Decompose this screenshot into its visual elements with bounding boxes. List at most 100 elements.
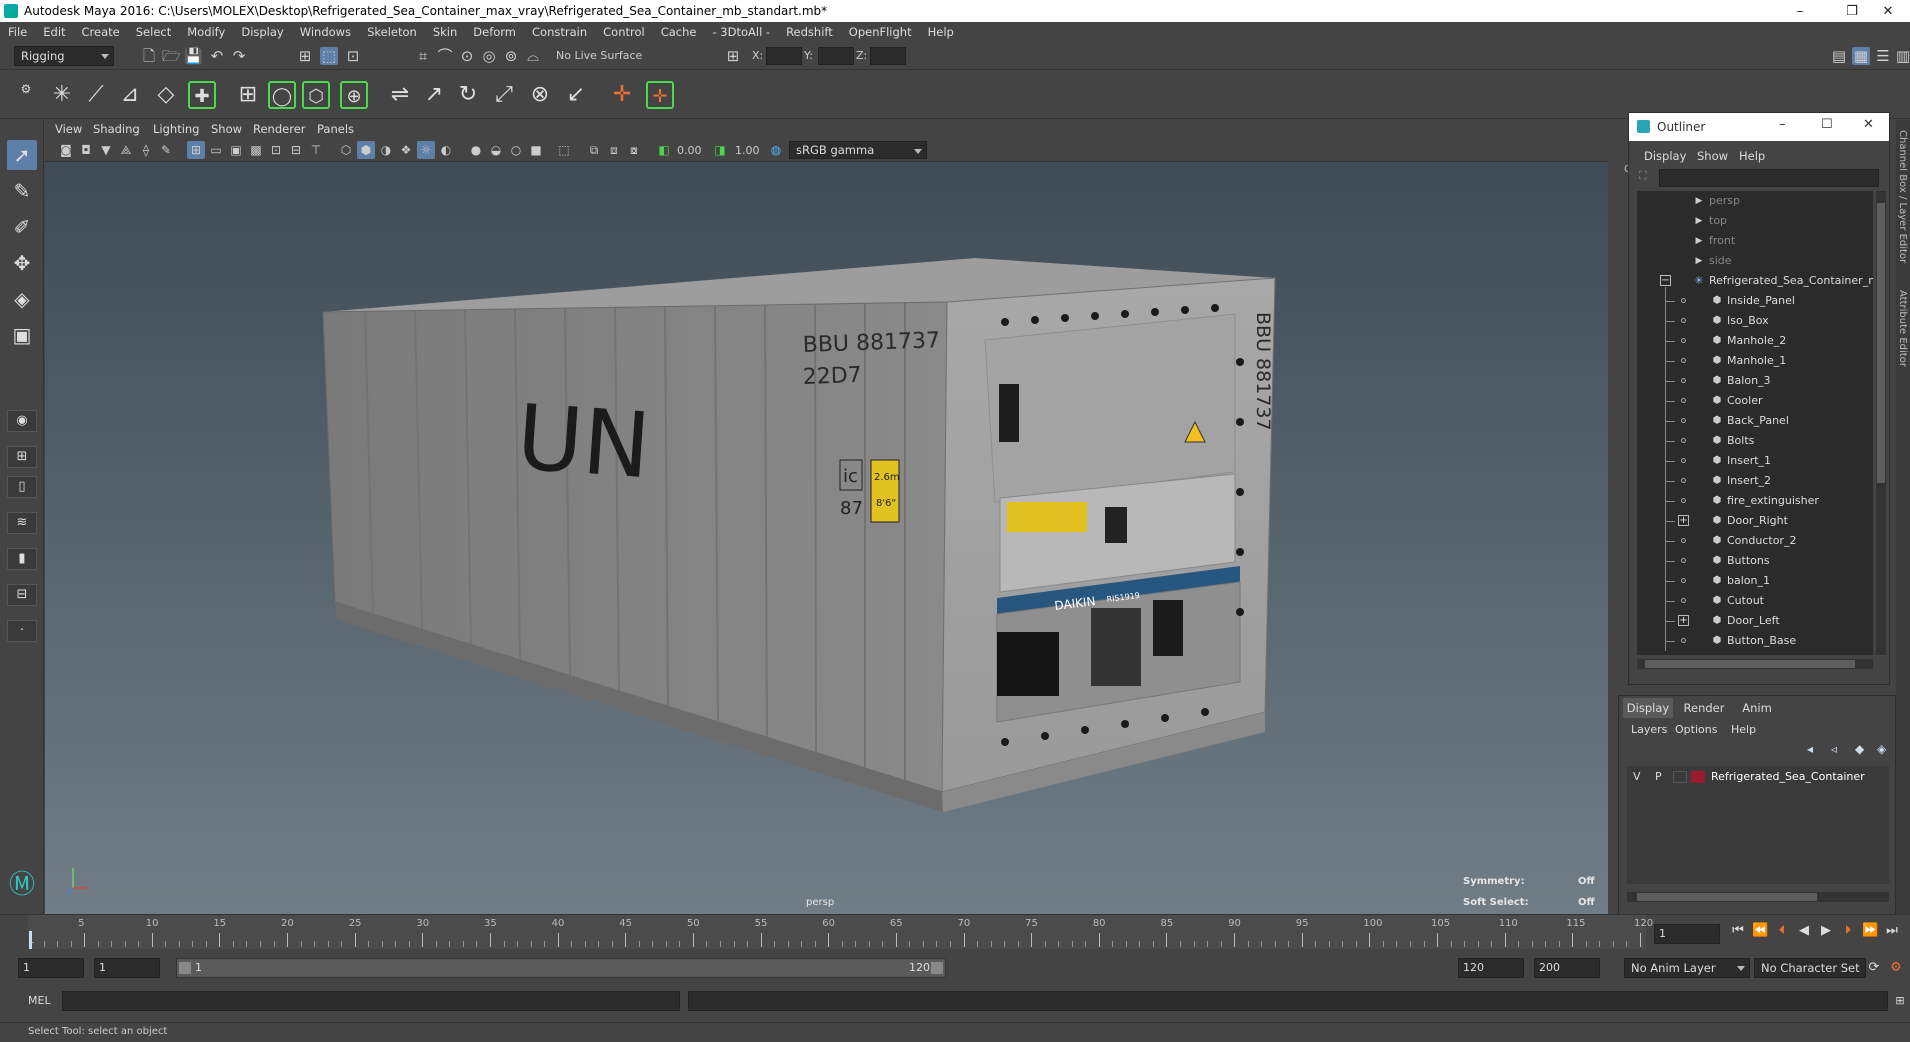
playback-end-field[interactable]: 120 — [1458, 958, 1524, 978]
shelf-options-icon[interactable]: ⚙ — [16, 75, 36, 103]
color-management-icon[interactable]: ◍ — [767, 141, 785, 159]
play-backward-icon[interactable]: ◀ — [1796, 923, 1812, 939]
gamma-value[interactable]: 1.00 — [735, 144, 760, 157]
wireframe-on-shaded-icon[interactable]: ◑ — [377, 141, 395, 159]
move-layer-up-icon[interactable]: ◂ — [1807, 742, 1813, 756]
menu-cache[interactable]: Cache — [661, 25, 697, 39]
camera-attr-icon[interactable]: ◘ — [77, 141, 95, 159]
lattice-icon[interactable]: ◯ — [268, 81, 296, 109]
outliner-h-scrollbar[interactable] — [1637, 659, 1873, 669]
persp-graph-icon[interactable]: ≋ — [7, 512, 37, 534]
minimize-button[interactable]: – — [1778, 0, 1822, 22]
isolate-select-icon[interactable]: ⬚ — [555, 141, 573, 159]
wire-icon[interactable]: ⊕ — [340, 81, 368, 109]
joint-tool-icon[interactable]: ✳ — [48, 81, 76, 109]
menu-windows[interactable]: Windows — [300, 25, 351, 39]
outliner-item[interactable]: ⬢ Back_Panel — [1637, 411, 1873, 431]
use-all-lights-icon[interactable]: ☼ — [417, 141, 435, 159]
layer-playback-toggle[interactable]: P — [1655, 770, 1662, 783]
outliner-close-button[interactable]: ✕ — [1863, 117, 1874, 132]
channel-box-tab[interactable]: Channel Box / Layer Editor — [1897, 130, 1908, 263]
outliner-item[interactable]: ⬢ Bolts — [1637, 431, 1873, 451]
mirror-joint-icon[interactable]: ✛ — [608, 81, 636, 109]
outliner-v-scrollbar[interactable] — [1876, 191, 1886, 655]
resolution-gate-icon[interactable]: ▣ — [227, 141, 245, 159]
film-gate-icon[interactable]: ▭ — [207, 141, 225, 159]
outliner-item[interactable]: ⬢ Inside_Panel — [1637, 291, 1873, 311]
layout-menu-icon[interactable]: · — [7, 620, 37, 642]
screen-space-ao-icon[interactable]: ● — [467, 141, 485, 159]
xray-icon[interactable]: ⧉ — [585, 141, 603, 159]
motion-blur-icon[interactable]: ◒ — [487, 141, 505, 159]
outliner-item[interactable]: ⬢ Manhole_1 — [1637, 351, 1873, 371]
current-time-indicator[interactable] — [29, 931, 32, 949]
four-view-icon[interactable]: ⊞ — [7, 446, 37, 468]
command-input[interactable] — [62, 991, 680, 1011]
save-scene-icon[interactable]: 💾 — [184, 47, 203, 65]
layer-name[interactable]: Refrigerated_Sea_Container — [1711, 770, 1865, 783]
layer-h-scrollbar[interactable] — [1627, 892, 1889, 902]
make-live-icon[interactable]: ⌓ — [524, 47, 542, 65]
play-forward-icon[interactable]: ▶ — [1818, 923, 1834, 939]
locator-icon[interactable]: ✚ — [188, 81, 216, 109]
snap-curve-icon[interactable]: ⌒ — [436, 47, 454, 65]
layer-menu-layers[interactable]: Layers — [1631, 723, 1667, 736]
rotate-tool-icon[interactable]: ◈ — [7, 284, 37, 314]
outliner-item[interactable]: ⬢ Cutout — [1637, 591, 1873, 611]
outliner-item[interactable]: ⬢ Conductor_2 — [1637, 531, 1873, 551]
redo-icon[interactable]: ↷ — [230, 47, 248, 65]
scale-tool-icon[interactable]: ▣ — [7, 320, 37, 350]
menu-3dtoall[interactable]: - 3DtoAll - — [712, 25, 770, 39]
z-field[interactable] — [870, 47, 906, 65]
auto-key-icon[interactable]: ⟳ — [1866, 960, 1882, 976]
wrap-icon[interactable]: ⬡ — [302, 81, 330, 109]
attribute-editor-tab[interactable]: Attribute Editor — [1897, 290, 1908, 367]
grid-icon[interactable]: ⊞ — [187, 141, 205, 159]
menu-control[interactable]: Control — [603, 25, 645, 39]
layout-outliner-icon[interactable]: ☰ — [1874, 47, 1892, 65]
outliner-item[interactable]: ⬢ Cooler — [1637, 391, 1873, 411]
outliner-v-scroll-thumb[interactable] — [1877, 203, 1885, 483]
menu-skeleton[interactable]: Skeleton — [367, 25, 417, 39]
snap-grid-icon[interactable]: ⌗ — [414, 47, 432, 65]
vp-menu-lighting[interactable]: Lighting — [153, 122, 199, 136]
vp-menu-show[interactable]: Show — [211, 122, 242, 136]
menu-select[interactable]: Select — [136, 25, 171, 39]
select-component-icon[interactable]: ⊡ — [344, 47, 362, 65]
y-field[interactable] — [818, 47, 854, 65]
menu-create[interactable]: Create — [82, 25, 120, 39]
new-layer-icon[interactable]: ◆ — [1855, 742, 1864, 756]
persp-hypershade-icon[interactable]: ▮ — [7, 548, 37, 570]
layer-color-swatch[interactable] — [1691, 771, 1705, 783]
expand-icon[interactable]: + — [1678, 515, 1689, 526]
menu-file[interactable]: File — [8, 25, 27, 39]
gamma-icon[interactable]: ◨ — [711, 141, 729, 159]
step-forward-key-icon[interactable]: ⏵ — [1840, 923, 1856, 939]
new-layer-selected-icon[interactable]: ◈ — [1877, 742, 1886, 756]
layer-menu-options[interactable]: Options — [1675, 723, 1717, 736]
wireframe-icon[interactable]: ⬡ — [337, 141, 355, 159]
camera-select-icon[interactable]: ◙ — [57, 141, 75, 159]
outliner-maximize-button[interactable]: ☐ — [1821, 117, 1833, 132]
outliner-item[interactable]: ▶ front — [1637, 231, 1873, 251]
layer-visibility-toggle[interactable]: V — [1633, 770, 1641, 783]
cluster-icon[interactable]: ⊞ — [234, 81, 262, 109]
anim-prefs-icon[interactable]: ⚙ — [1888, 960, 1904, 976]
step-forward-icon[interactable]: ⏩ — [1862, 923, 1878, 939]
layer-h-scroll-thumb[interactable] — [1637, 893, 1817, 901]
orient-joint-icon[interactable]: ✛ — [646, 81, 674, 109]
new-scene-icon[interactable]: 🗋 — [140, 47, 158, 65]
2d-pan-icon[interactable]: ⟠ — [137, 141, 155, 159]
view-transform-dropdown[interactable]: sRGB gamma — [789, 141, 927, 159]
textured-icon[interactable]: ❖ — [397, 141, 415, 159]
go-to-start-icon[interactable]: ⏮ — [1730, 923, 1746, 939]
layer-tab-display[interactable]: Display — [1623, 698, 1673, 718]
outliner-item[interactable]: ⬢ Button_Base — [1637, 631, 1873, 651]
snap-point-icon[interactable]: ⊙ — [458, 47, 476, 65]
outliner-menu-display[interactable]: Display — [1644, 149, 1686, 163]
range-start-handle[interactable] — [179, 962, 191, 974]
outliner-minimize-button[interactable]: – — [1779, 117, 1786, 132]
image-plane-icon[interactable]: ⟁ — [117, 141, 135, 159]
outliner-item[interactable]: + ⬢ Door_Left — [1637, 611, 1873, 631]
menuset-dropdown[interactable]: Rigging — [14, 46, 114, 66]
